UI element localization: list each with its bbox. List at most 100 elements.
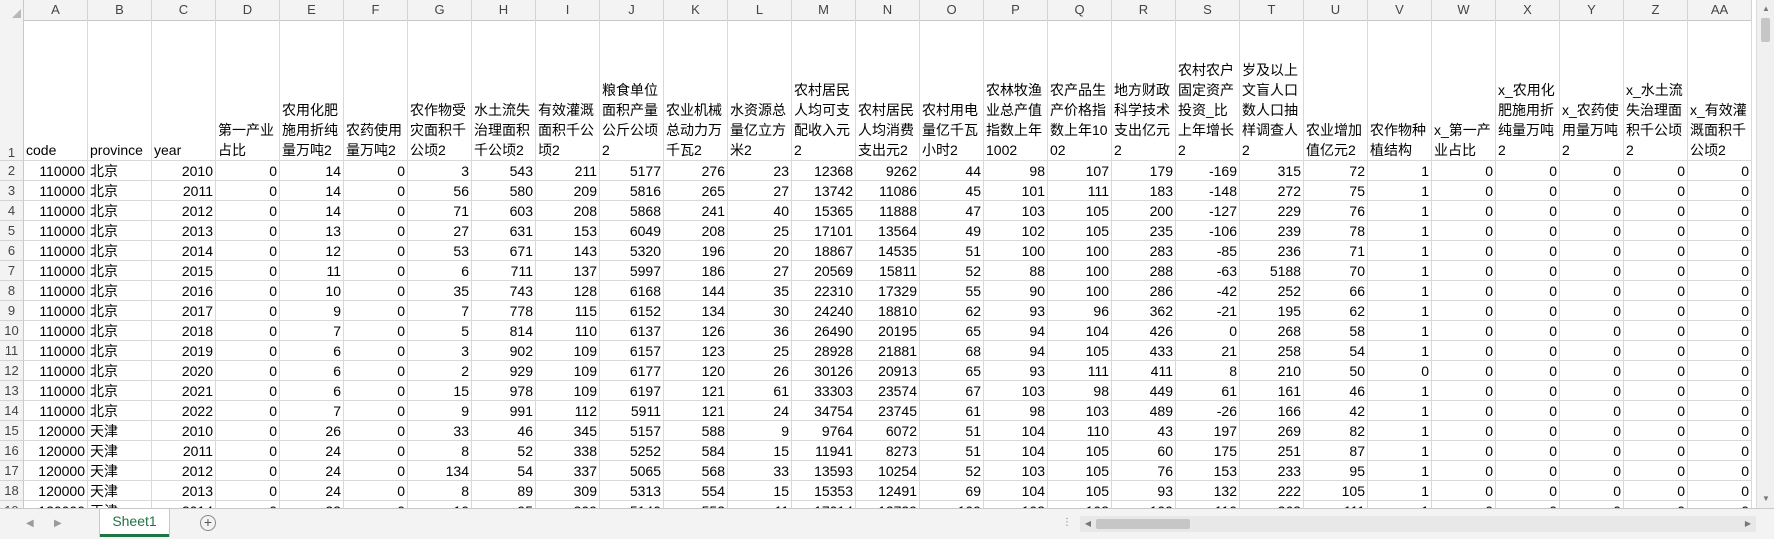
table-cell[interactable]: 0: [1496, 301, 1560, 321]
table-cell[interactable]: 8: [408, 441, 472, 461]
table-cell[interactable]: 0: [1624, 281, 1688, 301]
table-cell[interactable]: 8273: [856, 441, 920, 461]
header-cell[interactable]: code: [24, 20, 88, 161]
table-cell[interactable]: 北京: [88, 381, 152, 401]
table-cell[interactable]: 0: [1624, 261, 1688, 281]
table-cell[interactable]: 27: [408, 221, 472, 241]
table-cell[interactable]: 110: [1048, 421, 1112, 441]
table-cell[interactable]: 111: [1048, 361, 1112, 381]
table-cell[interactable]: 143: [536, 241, 600, 261]
header-cell[interactable]: 农村用电量亿千瓦小时2: [920, 20, 984, 161]
table-cell[interactable]: 543: [472, 161, 536, 181]
table-cell[interactable]: 283: [1112, 241, 1176, 261]
table-cell[interactable]: 5140: [600, 501, 664, 508]
select-all-button[interactable]: [0, 0, 24, 20]
table-cell[interactable]: 21881: [856, 341, 920, 361]
table-cell[interactable]: 0: [1496, 161, 1560, 181]
table-cell[interactable]: 6072: [856, 421, 920, 441]
table-cell[interactable]: 7: [280, 401, 344, 421]
table-cell[interactable]: 186: [664, 261, 728, 281]
header-cell[interactable]: 农业机械总动力万千瓦2: [664, 20, 728, 161]
table-cell[interactable]: 23: [280, 501, 344, 508]
table-cell[interactable]: 195: [1240, 301, 1304, 321]
table-cell[interactable]: 0: [344, 221, 408, 241]
table-cell[interactable]: 6137: [600, 321, 664, 341]
table-cell[interactable]: 北京: [88, 261, 152, 281]
table-cell[interactable]: 2013: [152, 481, 216, 501]
header-cell[interactable]: 有效灌溉面积千公顷2: [536, 20, 600, 161]
plus-circle-icon[interactable]: +: [200, 515, 216, 531]
table-cell[interactable]: 132: [1176, 481, 1240, 501]
table-cell[interactable]: 2013: [152, 221, 216, 241]
table-cell[interactable]: 0: [1688, 301, 1752, 321]
table-cell[interactable]: 6197: [600, 381, 664, 401]
table-cell[interactable]: 0: [1560, 421, 1624, 441]
table-cell[interactable]: 120000: [24, 481, 88, 501]
table-cell[interactable]: 58: [1304, 321, 1368, 341]
table-cell[interactable]: 337: [536, 461, 600, 481]
table-cell[interactable]: 222: [1240, 481, 1304, 501]
table-cell[interactable]: 5997: [600, 261, 664, 281]
table-cell[interactable]: 0: [1496, 241, 1560, 261]
table-cell[interactable]: 51: [920, 421, 984, 441]
table-cell[interactable]: 153: [536, 221, 600, 241]
table-cell[interactable]: 北京: [88, 181, 152, 201]
table-cell[interactable]: 2015: [152, 261, 216, 281]
table-cell[interactable]: 104: [984, 441, 1048, 461]
table-cell[interactable]: 0: [1432, 501, 1496, 508]
table-cell[interactable]: 208: [664, 221, 728, 241]
table-cell[interactable]: 0: [1368, 361, 1432, 381]
row-header[interactable]: 3: [0, 181, 24, 201]
table-cell[interactable]: 2012: [152, 201, 216, 221]
table-cell[interactable]: 0: [1688, 361, 1752, 381]
table-cell[interactable]: 1: [1368, 461, 1432, 481]
table-cell[interactable]: 338: [536, 441, 600, 461]
table-cell[interactable]: 2010: [152, 421, 216, 441]
table-cell[interactable]: 6: [280, 341, 344, 361]
table-cell[interactable]: 95: [472, 501, 536, 508]
table-cell[interactable]: 5313: [600, 481, 664, 501]
table-cell[interactable]: 208: [536, 201, 600, 221]
table-cell[interactable]: 30126: [792, 361, 856, 381]
table-cell[interactable]: 105: [1048, 201, 1112, 221]
table-cell[interactable]: 15353: [792, 481, 856, 501]
table-cell[interactable]: 0: [216, 221, 280, 241]
table-cell[interactable]: 24: [728, 401, 792, 421]
table-cell[interactable]: 0: [1624, 321, 1688, 341]
table-cell[interactable]: 814: [472, 321, 536, 341]
table-cell[interactable]: 2018: [152, 321, 216, 341]
table-cell[interactable]: 66: [1304, 281, 1368, 301]
column-header[interactable]: L: [728, 0, 792, 20]
table-cell[interactable]: 120: [664, 361, 728, 381]
table-cell[interactable]: 12368: [792, 161, 856, 181]
table-cell[interactable]: 1: [1368, 301, 1432, 321]
header-cell[interactable]: 农作物种植结构: [1368, 20, 1432, 161]
table-cell[interactable]: 236: [1240, 241, 1304, 261]
table-cell[interactable]: 47: [920, 201, 984, 221]
column-header[interactable]: X: [1496, 0, 1560, 20]
table-cell[interactable]: 109: [536, 361, 600, 381]
table-cell[interactable]: 179: [1112, 161, 1176, 181]
table-cell[interactable]: 0: [1688, 241, 1752, 261]
table-cell[interactable]: 6177: [600, 361, 664, 381]
table-cell[interactable]: 1: [1368, 441, 1432, 461]
column-header[interactable]: K: [664, 0, 728, 20]
table-cell[interactable]: 15811: [856, 261, 920, 281]
table-cell[interactable]: 67: [920, 381, 984, 401]
table-cell[interactable]: 0: [1560, 181, 1624, 201]
table-cell[interactable]: -21: [1176, 301, 1240, 321]
table-cell[interactable]: 15: [408, 381, 472, 401]
row-header[interactable]: 16: [0, 441, 24, 461]
table-cell[interactable]: 0: [1624, 461, 1688, 481]
table-cell[interactable]: 101: [984, 181, 1048, 201]
table-cell[interactable]: 25: [728, 341, 792, 361]
table-cell[interactable]: 1: [1368, 341, 1432, 361]
column-header[interactable]: W: [1432, 0, 1496, 20]
table-cell[interactable]: 0: [1432, 361, 1496, 381]
table-cell[interactable]: 9: [728, 421, 792, 441]
table-cell[interactable]: 44: [920, 161, 984, 181]
table-cell[interactable]: 631: [472, 221, 536, 241]
table-cell[interactable]: 0: [1560, 221, 1624, 241]
table-cell[interactable]: 103: [984, 381, 1048, 401]
table-cell[interactable]: 17014: [792, 501, 856, 508]
